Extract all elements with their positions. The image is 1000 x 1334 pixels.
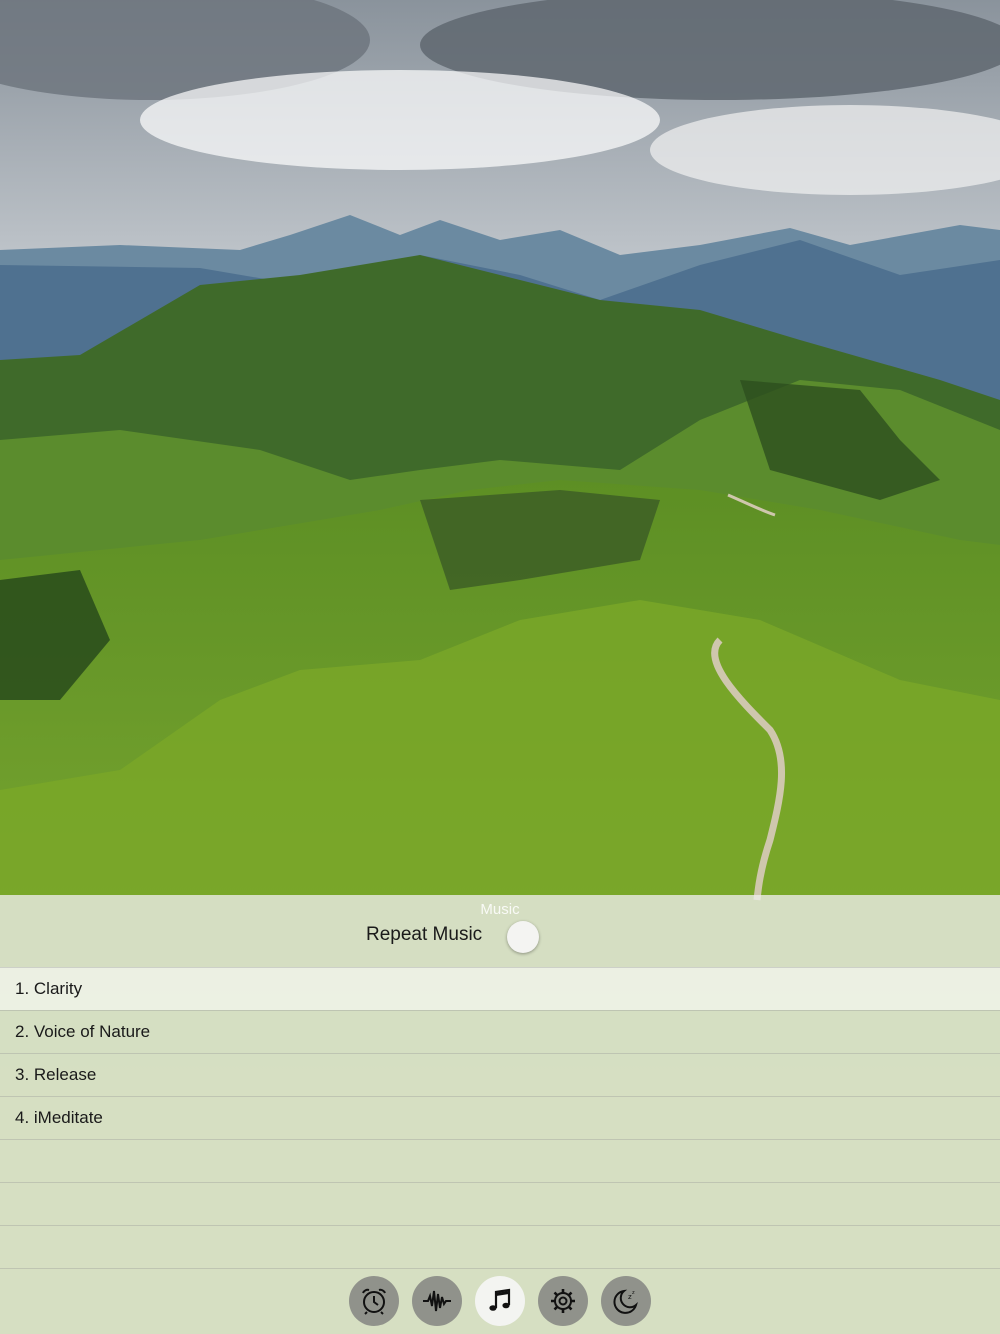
svg-text:z: z — [632, 1290, 635, 1296]
track-item[interactable]: 2. Voice of Nature — [0, 1010, 1000, 1053]
tab-music[interactable] — [475, 1276, 525, 1326]
empty-row — [0, 1225, 1000, 1269]
tab-settings[interactable] — [538, 1276, 588, 1326]
tab-bar: z z — [349, 1276, 651, 1326]
repeat-music-label: Repeat Music — [366, 924, 483, 945]
sound-wave-icon — [423, 1290, 451, 1312]
gear-icon — [551, 1289, 575, 1313]
repeat-music-toggle[interactable] — [507, 921, 539, 953]
moon-sleep-icon: z z — [613, 1289, 638, 1314]
track-item[interactable]: 3. Release — [0, 1053, 1000, 1096]
panel-title: Music — [480, 901, 520, 918]
empty-row — [0, 1139, 1000, 1182]
tab-sleep[interactable]: z z — [601, 1276, 651, 1326]
track-item[interactable]: 1. Clarity — [0, 967, 1000, 1010]
empty-row — [0, 1182, 1000, 1225]
track-list: 1. Clarity 2. Voice of Nature 3. Release… — [0, 967, 1000, 1269]
tab-sounds[interactable] — [412, 1276, 462, 1326]
alarm-clock-icon — [362, 1288, 386, 1315]
track-item[interactable]: 4. iMeditate — [0, 1096, 1000, 1139]
music-note-icon — [489, 1288, 511, 1311]
tab-alarm[interactable] — [349, 1276, 399, 1326]
